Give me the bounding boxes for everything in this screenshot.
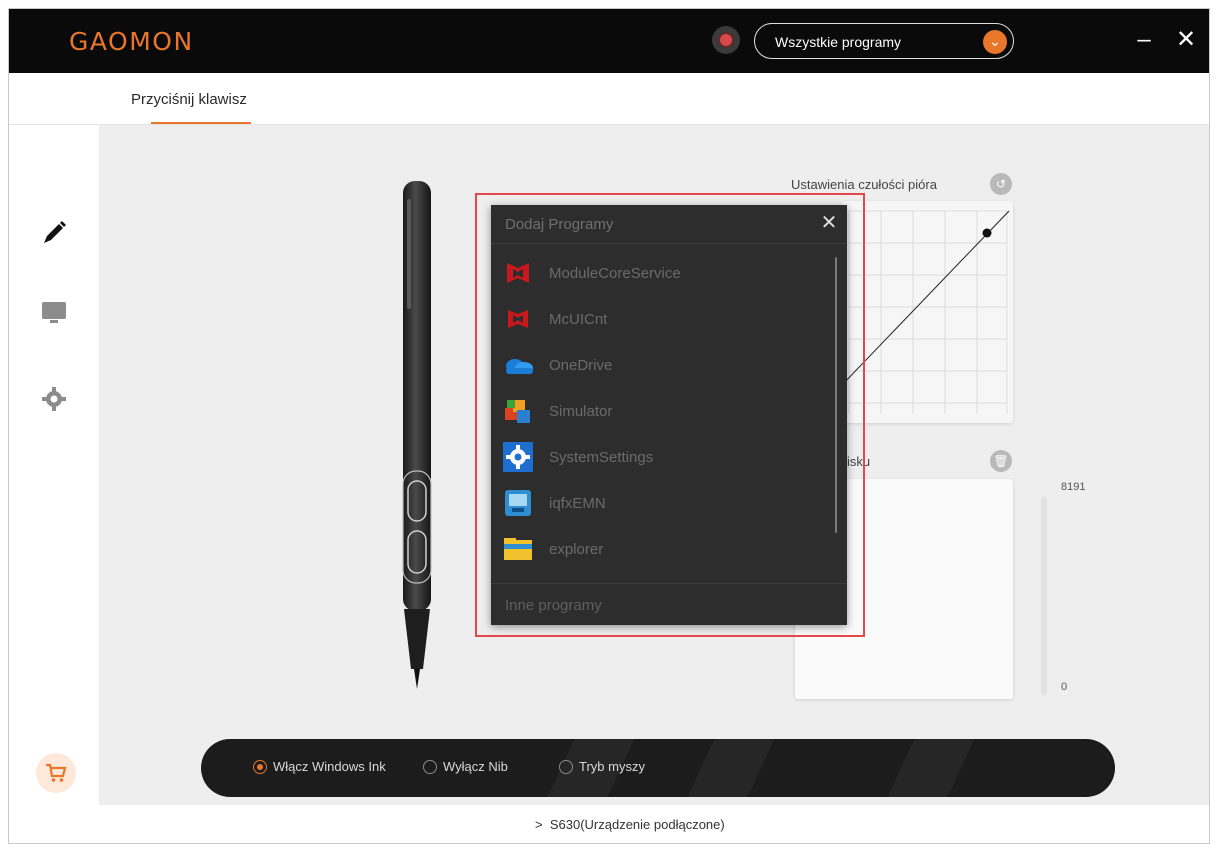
program-name: OneDrive — [549, 356, 613, 374]
option-mouse-mode[interactable]: Tryb myszy — [559, 759, 645, 774]
settings-gear-icon — [501, 440, 535, 474]
dialog-title: Dodaj Programy — [505, 216, 614, 233]
pen-illustration — [402, 181, 432, 689]
list-item[interactable]: explorer — [501, 529, 821, 569]
gaomon-logo: GAOMON — [69, 27, 194, 56]
pressure-min-label: 0 — [1061, 681, 1068, 693]
sidebar — [9, 125, 99, 805]
sidebar-item-settings[interactable] — [34, 379, 74, 419]
radio-checked-icon — [253, 759, 267, 774]
pressure-level-bar — [1041, 497, 1047, 695]
list-item[interactable]: ModuleCoreService — [501, 253, 821, 293]
program-list: ModuleCoreService McUICnt OneDrive Simul… — [491, 247, 847, 581]
program-name: Simulator — [549, 402, 613, 420]
mcafee-icon — [501, 256, 535, 290]
app-icon — [720, 34, 732, 46]
list-item[interactable]: OneDrive — [501, 345, 821, 385]
status-bar: > S630(Urządzenie podłączone) — [9, 805, 1209, 843]
pen-options-bar: Włącz Windows Ink Wyłącz Nib Tryb myszy — [201, 739, 1115, 797]
tab-bar: Przyciśnij klawisz — [9, 73, 1209, 125]
decorative-stripe — [687, 739, 775, 797]
radio-icon — [423, 759, 437, 774]
gear-icon — [42, 387, 66, 411]
other-programs-button[interactable]: Inne programy — [505, 597, 602, 614]
device-name: S630(Urządzenie podłączone) — [549, 817, 725, 832]
option-windows-ink[interactable]: Włącz Windows Ink — [253, 759, 386, 774]
folder-icon — [501, 532, 535, 566]
radio-icon — [559, 759, 573, 774]
sidebar-item-pen[interactable] — [34, 213, 74, 253]
program-name: McUICnt — [549, 310, 608, 328]
curve-control-point[interactable] — [982, 228, 992, 238]
close-window-button[interactable]: ✕ — [1171, 25, 1201, 55]
reset-icon: ↺ — [995, 177, 1007, 191]
minimize-button[interactable]: – — [1131, 25, 1157, 55]
device-status[interactable]: > S630(Urządzenie podłączone) — [535, 817, 725, 832]
mcafee-icon — [501, 302, 535, 336]
program-select[interactable]: Wszystkie programy ⌄ — [754, 23, 1014, 59]
shop-button[interactable] — [36, 753, 76, 793]
clear-pressure-button[interactable]: 🗑 — [990, 450, 1012, 472]
dialog-divider — [491, 583, 847, 584]
decorative-stripe — [887, 739, 975, 797]
list-item[interactable]: SystemSettings — [501, 437, 821, 477]
pressure-curve-graph — [840, 210, 1010, 413]
list-item[interactable]: Simulator — [501, 391, 821, 431]
program-name: iqfxEMN — [549, 494, 606, 512]
curve-reset-button[interactable]: ↺ — [990, 173, 1012, 195]
active-tab-indicator — [151, 122, 251, 124]
option-disable-nib[interactable]: Wyłącz Nib — [423, 759, 508, 774]
app-window: GAOMON Wszystkie programy ⌄ – ✕ Przyciśn… — [8, 8, 1210, 844]
pen-icon — [44, 221, 66, 243]
app-icon-button[interactable] — [712, 26, 740, 54]
remote-desktop-icon — [501, 486, 535, 520]
onedrive-icon — [501, 348, 535, 382]
trash-icon: 🗑 — [993, 454, 1009, 468]
pressure-curve-chart[interactable] — [840, 201, 1013, 423]
tab-press-key[interactable]: Przyciśnij klawisz — [131, 91, 247, 108]
option-label: Wyłącz Nib — [443, 759, 508, 774]
chevron-right-icon: > — [535, 817, 543, 832]
option-label: Włącz Windows Ink — [273, 759, 386, 774]
program-name: explorer — [549, 540, 604, 558]
option-label: Tryb myszy — [579, 759, 645, 774]
list-item[interactable]: iqfxEMN — [501, 483, 821, 523]
title-bar: GAOMON Wszystkie programy ⌄ – ✕ — [9, 9, 1209, 73]
pen-sensitivity-title: Ustawienia czułości pióra — [791, 177, 937, 192]
dialog-close-button[interactable]: ✕ — [817, 211, 841, 235]
pressure-max-label: 8191 — [1061, 481, 1086, 493]
chevron-down-icon: ⌄ — [983, 30, 1007, 54]
program-select-value: Wszystkie programy — [775, 34, 902, 50]
program-name: SystemSettings — [549, 448, 654, 466]
dialog-scrollbar[interactable] — [835, 257, 837, 533]
sidebar-item-display[interactable] — [34, 293, 74, 333]
dialog-divider — [491, 243, 847, 244]
cart-icon — [46, 763, 67, 782]
monitor-icon — [42, 302, 66, 323]
simulator-icon — [501, 394, 535, 428]
program-name: ModuleCoreService — [549, 264, 681, 282]
add-programs-dialog: Dodaj Programy ✕ ModuleCoreService McUIC… — [491, 205, 847, 625]
list-item[interactable]: McUICnt — [501, 299, 821, 339]
